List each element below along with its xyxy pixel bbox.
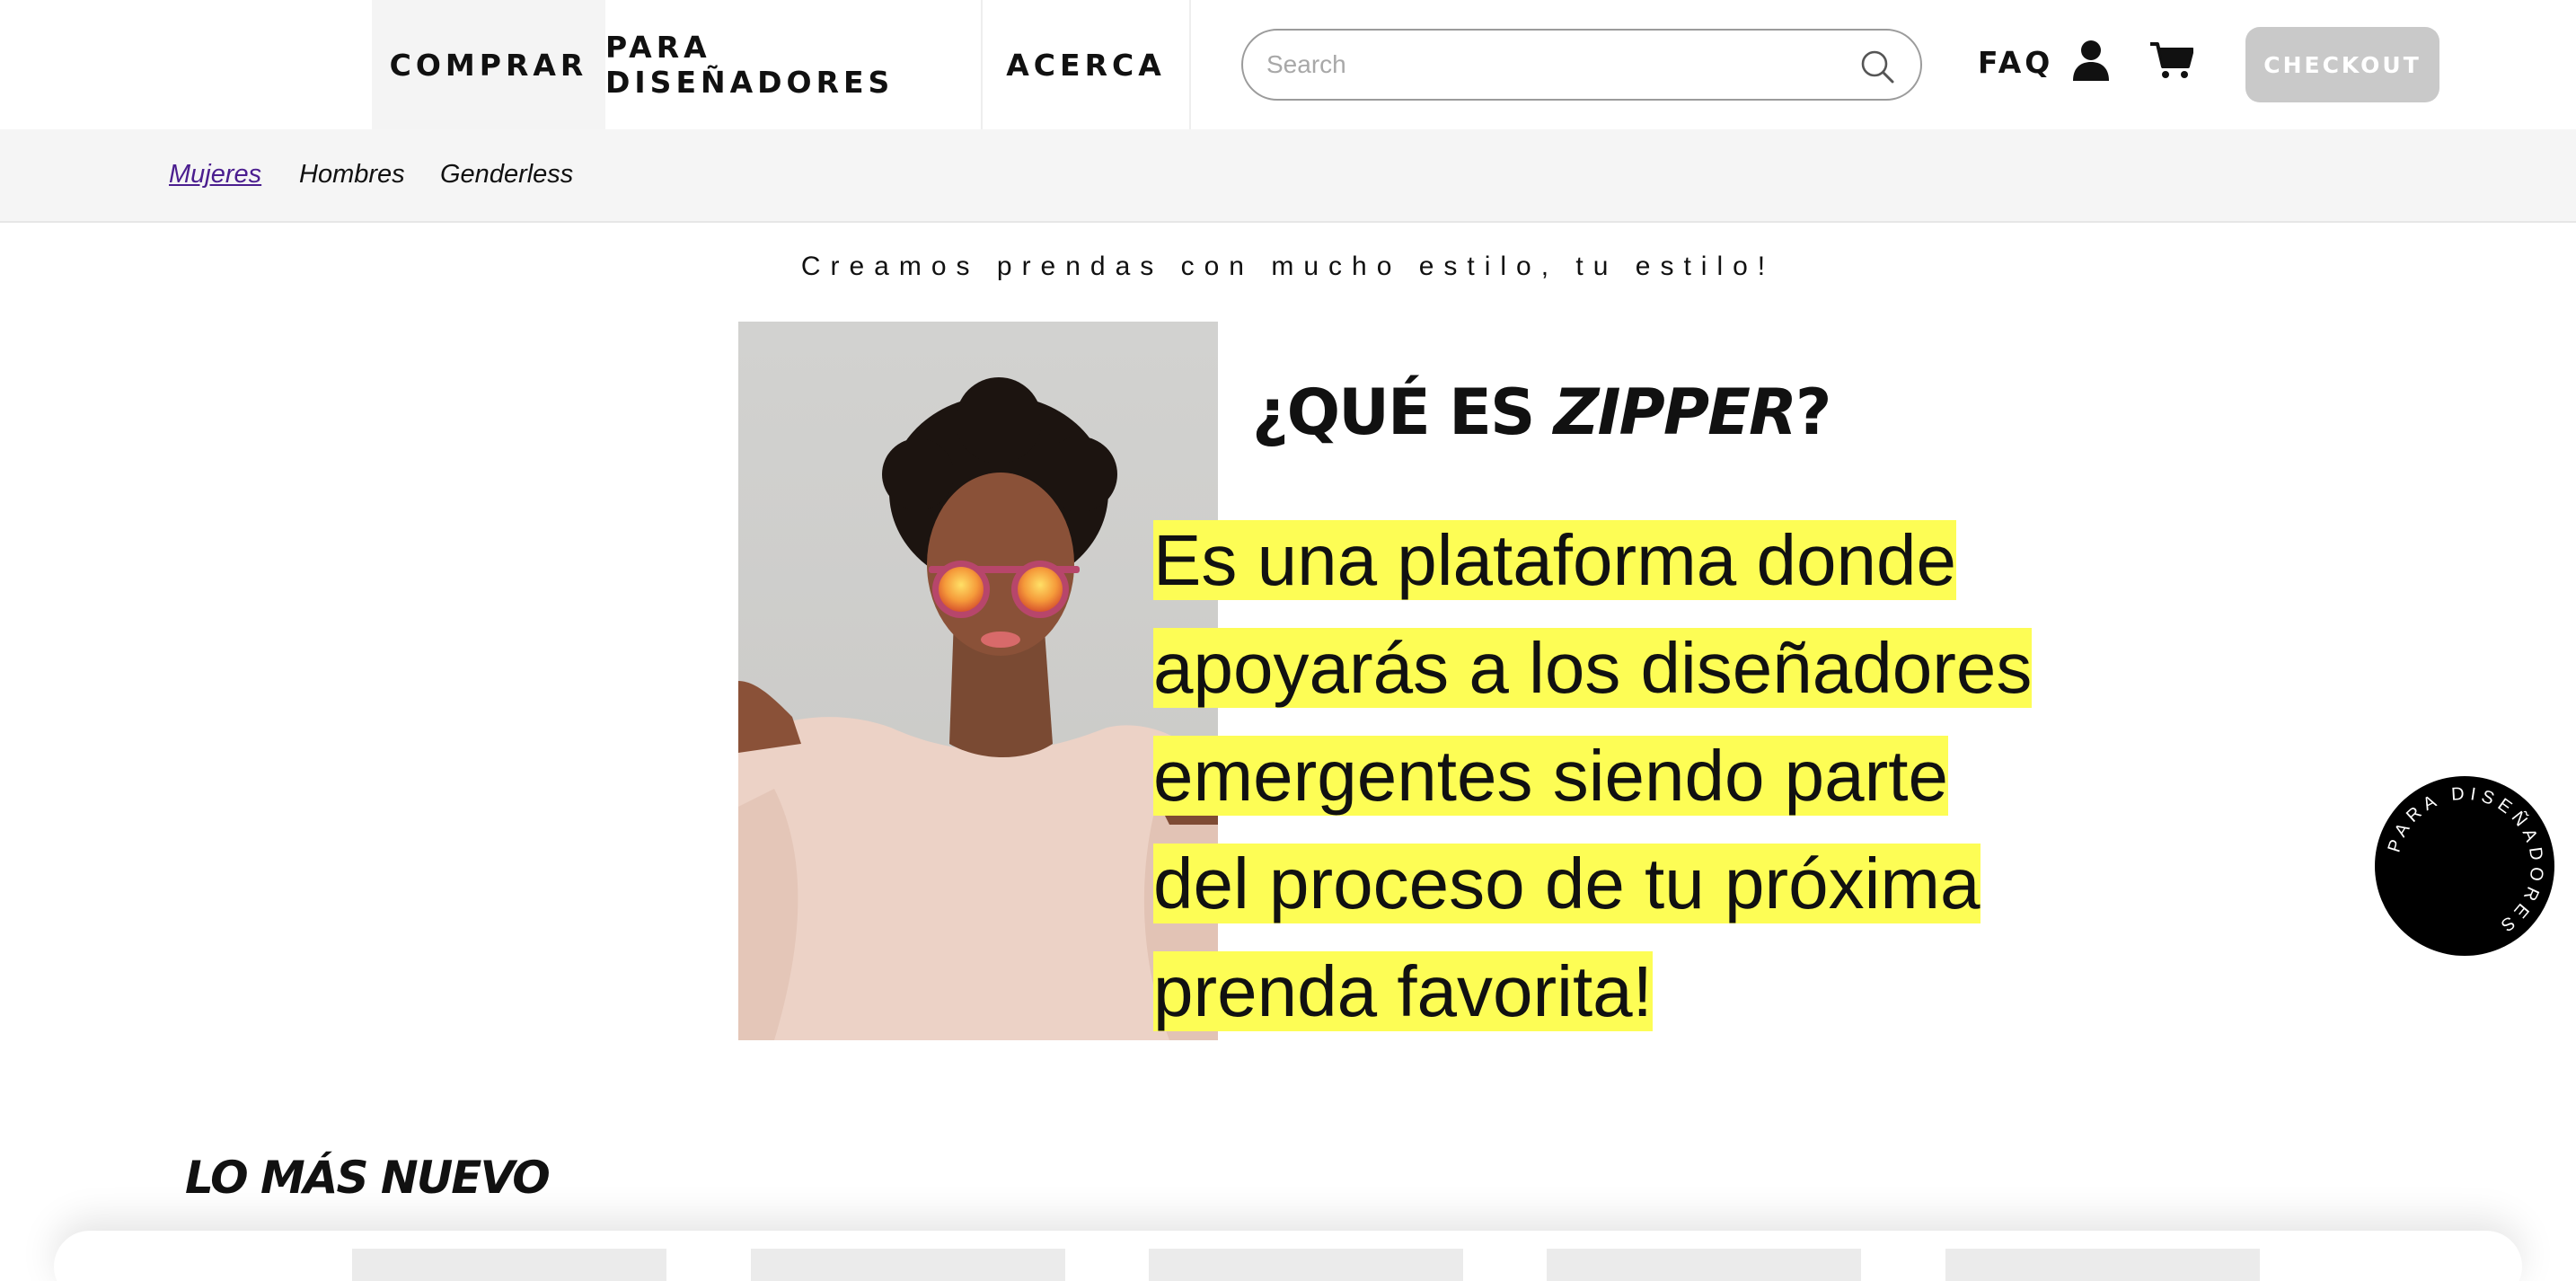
hero-title-prefix: ¿QUÉ ES (1252, 375, 1554, 449)
hero-description: Es una plataforma donde apoyarás a los d… (1153, 507, 2051, 1046)
cart-icon[interactable] (2150, 41, 2193, 79)
hero-description-line: Es una plataforma donde (1153, 520, 1956, 600)
nav-divider (1189, 0, 1191, 129)
hero-tagline: Creamos prendas con mucho estilo, tu est… (800, 252, 1776, 281)
faq-link[interactable]: FAQ (1978, 45, 2053, 80)
nav-tab-acerca[interactable]: ACERCA (983, 0, 1189, 129)
hero-model-photo (738, 322, 1218, 1040)
hero-title-suffix: ? (1795, 375, 1832, 449)
nav-tab-para-disenadores[interactable]: PARA DISEÑADORES (605, 0, 981, 129)
user-icon[interactable] (2071, 40, 2111, 81)
hero-title: ¿QUÉ ES ZIPPER? (1252, 375, 1831, 449)
search-box (1241, 29, 1922, 101)
product-card[interactable] (352, 1249, 666, 1281)
hero-description-line: del proceso de tu próxima (1153, 844, 1981, 923)
top-navigation: COMPRAR PARA DISEÑADORES ACERCA FAQ CHEC… (0, 0, 2576, 129)
product-card[interactable] (1547, 1249, 1861, 1281)
search-input[interactable] (1266, 43, 1841, 86)
hero-title-brand: ZIPPER (1553, 375, 1797, 449)
product-card[interactable] (751, 1249, 1065, 1281)
subnav-link-genderless[interactable]: Genderless (440, 160, 573, 190)
product-card[interactable] (1149, 1249, 1463, 1281)
nav-tab-comprar[interactable]: COMPRAR (372, 0, 605, 129)
search-icon[interactable] (1859, 49, 1895, 84)
newest-section-title: LO MÁS NUEVO (185, 1152, 551, 1204)
para-disenadores-badge[interactable]: PARA DISEÑADORES (2375, 776, 2554, 956)
hero-description-line: emergentes siendo parte (1153, 736, 1948, 816)
subnav-link-mujeres[interactable]: Mujeres (169, 160, 261, 190)
hero-description-line: prenda favorita! (1153, 951, 1653, 1031)
product-card[interactable] (1945, 1249, 2260, 1281)
checkout-button[interactable]: CHECKOUT (2245, 27, 2439, 102)
category-subnav: Mujeres Hombres Genderless (0, 129, 2576, 223)
hero-description-line: apoyarás a los diseñadores (1153, 628, 2033, 708)
subnav-link-hombres[interactable]: Hombres (299, 160, 405, 190)
